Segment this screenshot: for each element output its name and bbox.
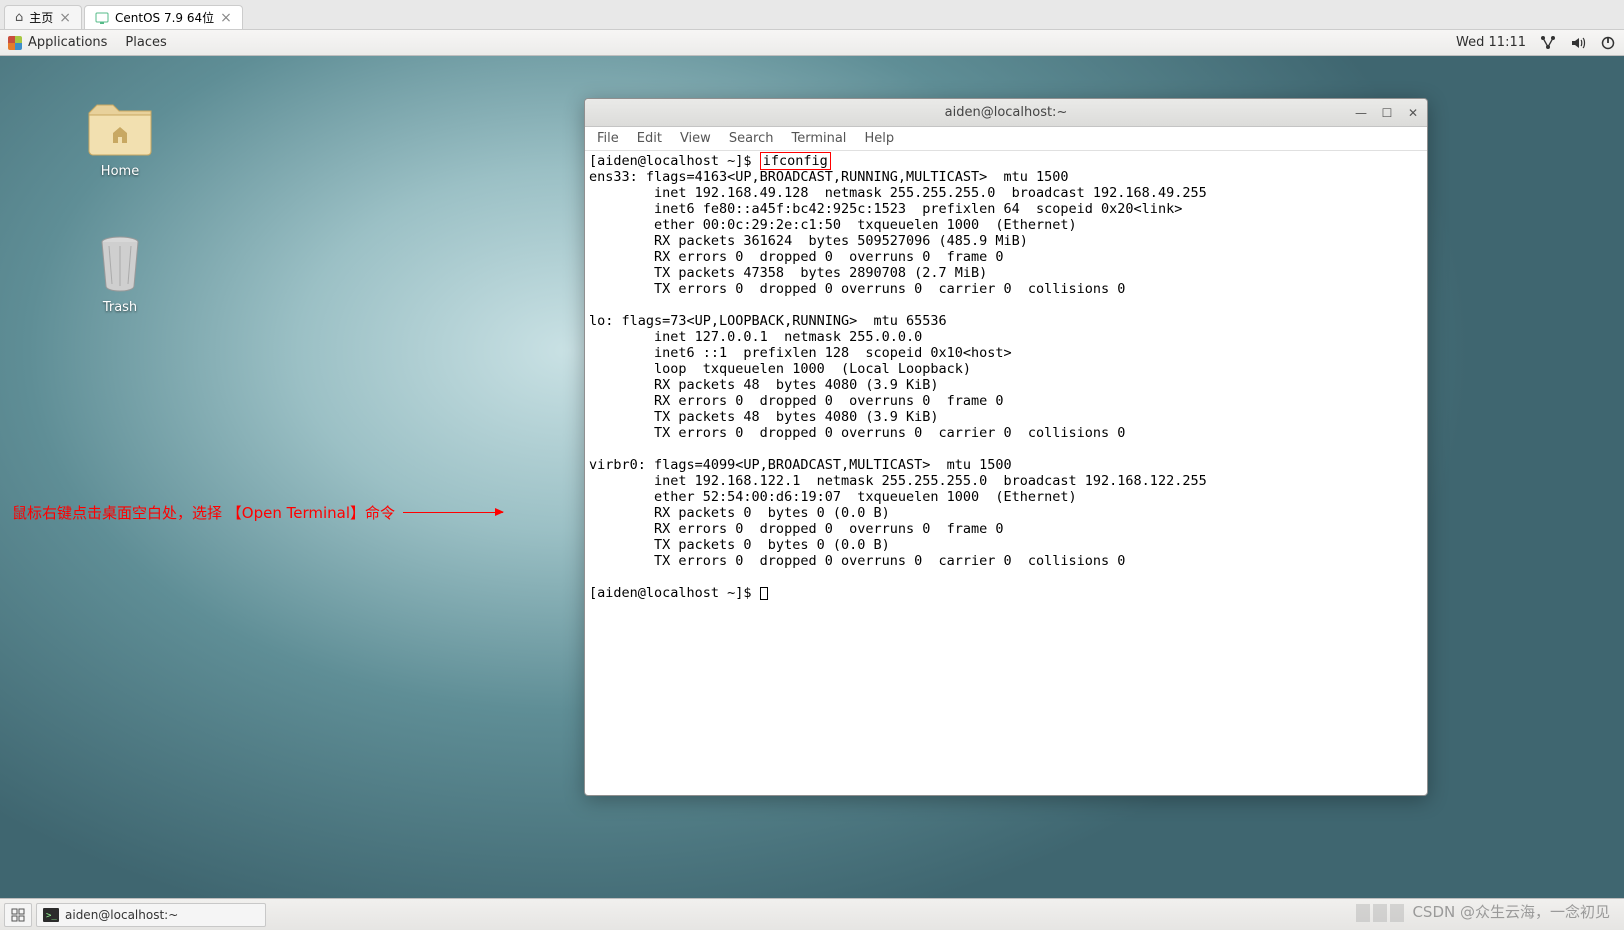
prompt: [aiden@localhost ~]$: [589, 585, 760, 601]
gnome-taskbar: >_ aiden@localhost:~ CSDN @众生云海，一念初见: [0, 898, 1624, 930]
svg-text:>_: >_: [46, 911, 57, 921]
menu-search[interactable]: Search: [729, 131, 774, 146]
applications-menu[interactable]: Applications: [8, 35, 107, 50]
terminal-icon: >_: [43, 908, 59, 922]
network-icon[interactable]: [1540, 35, 1556, 51]
tab-label: 主页: [29, 9, 53, 26]
terminal-output: ens33: flags=4163<UP,BROADCAST,RUNNING,M…: [589, 169, 1207, 569]
workspace-switcher[interactable]: [4, 903, 32, 927]
desktop-area[interactable]: Home Trash 鼠标右键点击桌面空白处，选择 【Open Terminal…: [0, 56, 1624, 898]
maximize-button[interactable]: ☐: [1379, 105, 1395, 121]
desktop-icon-home[interactable]: Home: [70, 98, 170, 179]
icon-label: Home: [70, 164, 170, 179]
tab-label: CentOS 7.9 64位: [115, 9, 214, 26]
menu-file[interactable]: File: [597, 131, 619, 146]
desktop-icon-trash[interactable]: Trash: [70, 234, 170, 315]
taskbar-item-terminal[interactable]: >_ aiden@localhost:~: [36, 903, 266, 927]
trash-icon: [85, 234, 155, 294]
arrow-icon: [403, 512, 503, 513]
menu-edit[interactable]: Edit: [637, 131, 662, 146]
menu-view[interactable]: View: [680, 131, 711, 146]
folder-home-icon: [85, 98, 155, 158]
browser-tab-home[interactable]: ⌂ 主页 ×: [4, 5, 82, 29]
activities-icon: [8, 36, 22, 50]
terminal-window: aiden@localhost:~ — ☐ ✕ File Edit View S…: [584, 98, 1428, 796]
gnome-top-bar: Applications Places Wed 11:11: [0, 30, 1624, 56]
command-highlight: ifconfig: [760, 152, 831, 170]
taskbar-item-label: aiden@localhost:~: [65, 908, 178, 922]
vm-icon: [95, 11, 109, 25]
terminal-titlebar[interactable]: aiden@localhost:~ — ☐ ✕: [585, 99, 1427, 127]
cursor-icon: [760, 587, 768, 600]
window-title: aiden@localhost:~: [585, 105, 1427, 120]
watermark: CSDN @众生云海，一念初见: [1356, 901, 1610, 922]
browser-tab-vm[interactable]: CentOS 7.9 64位 ×: [84, 5, 243, 29]
annotation-text: 鼠标右键点击桌面空白处，选择 【Open Terminal】命令: [12, 502, 503, 523]
browser-tab-strip: ⌂ 主页 × CentOS 7.9 64位 ×: [0, 0, 1624, 30]
prompt: [aiden@localhost ~]$: [589, 153, 760, 169]
volume-icon[interactable]: [1570, 35, 1586, 51]
clock-label[interactable]: Wed 11:11: [1456, 35, 1526, 50]
close-button[interactable]: ✕: [1405, 105, 1421, 121]
terminal-body[interactable]: [aiden@localhost ~]$ ifconfig ens33: fla…: [585, 151, 1427, 795]
menu-terminal[interactable]: Terminal: [791, 131, 846, 146]
minimize-button[interactable]: —: [1353, 105, 1369, 121]
icon-label: Trash: [70, 300, 170, 315]
close-icon[interactable]: ×: [220, 10, 232, 26]
close-icon[interactable]: ×: [59, 10, 71, 26]
terminal-menubar: File Edit View Search Terminal Help: [585, 127, 1427, 151]
power-icon[interactable]: [1600, 35, 1616, 51]
home-icon: ⌂: [15, 10, 23, 25]
places-menu[interactable]: Places: [125, 35, 166, 50]
menu-help[interactable]: Help: [864, 131, 894, 146]
